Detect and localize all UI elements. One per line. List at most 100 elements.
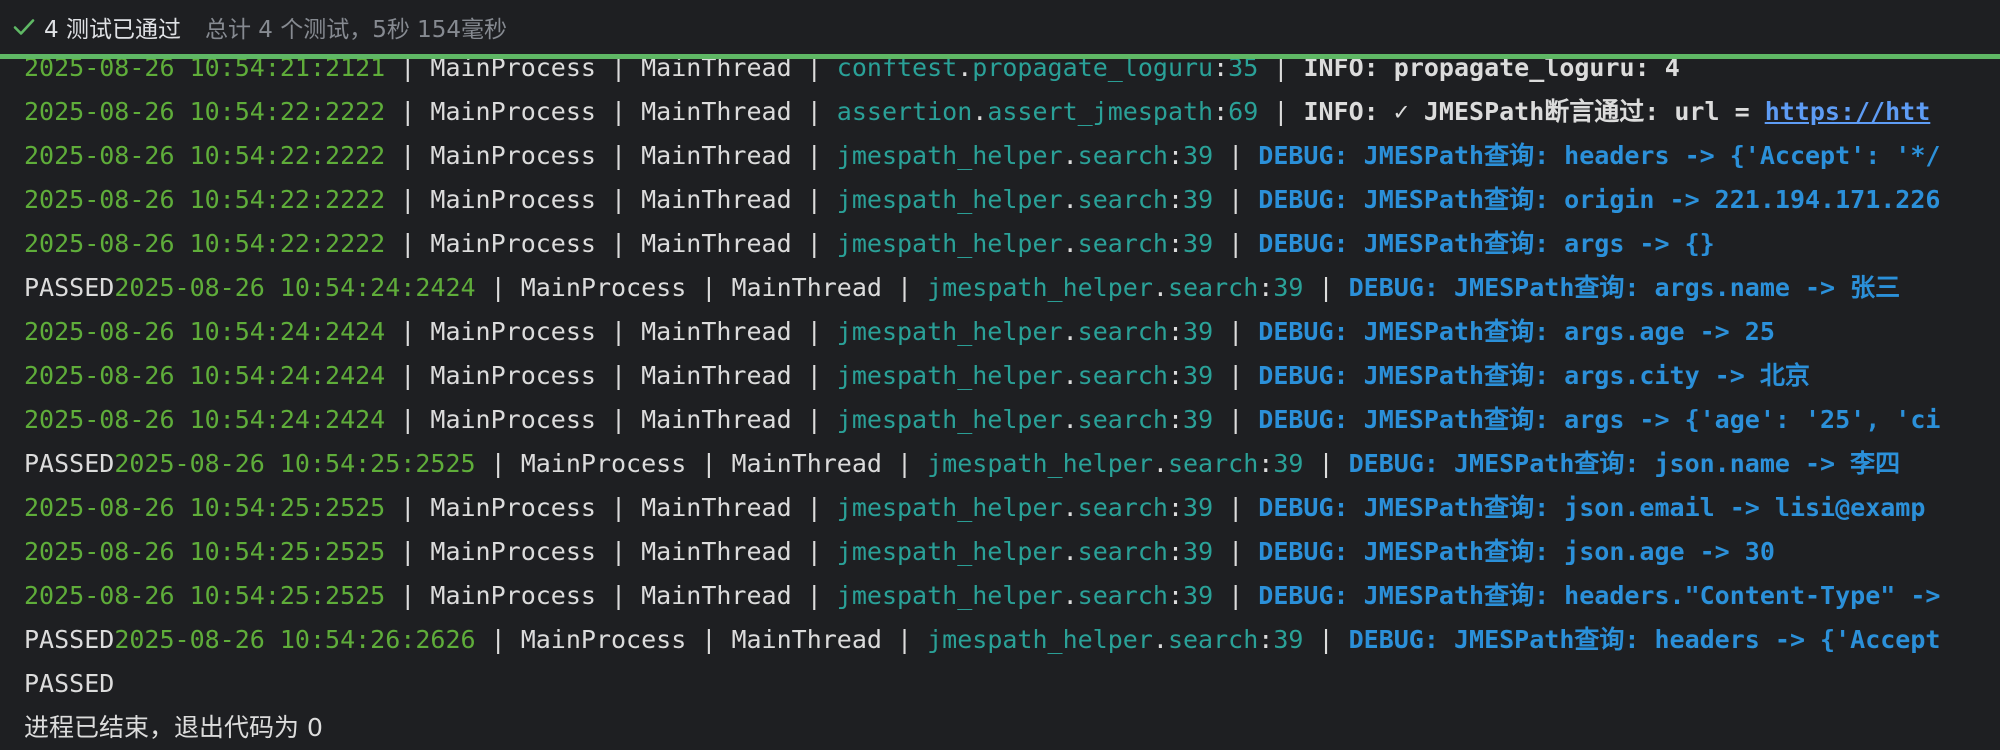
- log-process: MainProcess: [430, 581, 596, 610]
- final-passed-line: PASSED: [24, 662, 114, 706]
- log-process: MainProcess: [430, 59, 596, 82]
- log-function: search: [1077, 317, 1168, 346]
- log-function: search: [1077, 537, 1168, 566]
- passed-marker: PASSED: [24, 273, 115, 302]
- log-lineno: 39: [1183, 317, 1214, 346]
- log-process: MainProcess: [430, 361, 596, 390]
- log-message: JMESPath查询: args -> {'age': '25', 'ci: [1363, 405, 1941, 434]
- check-icon: [10, 13, 38, 41]
- log-line: 2025-08-26 10:54:22:2222 | MainProcess |…: [24, 141, 1941, 170]
- log-message: ✓ JMESPath断言通过: url =: [1393, 97, 1765, 126]
- log-lineno: 69: [1228, 97, 1259, 126]
- log-process: MainProcess: [430, 493, 596, 522]
- passed-marker: PASSED: [24, 449, 115, 478]
- log-timestamp: 2025-08-26 10:54:25:2525: [114, 449, 476, 478]
- log-timestamp: 2025-08-26 10:54:22:2222: [24, 97, 386, 126]
- log-message: propagate_loguru: 4: [1393, 59, 1680, 82]
- log-process: MainProcess: [430, 229, 596, 258]
- log-line: 2025-08-26 10:54:24:2424 | MainProcess |…: [24, 405, 1941, 434]
- log-module: jmespath_helper: [836, 581, 1063, 610]
- log-thread: MainThread: [641, 185, 792, 214]
- log-line: 2025-08-26 10:54:22:2222 | MainProcess |…: [24, 97, 1931, 126]
- log-timestamp: 2025-08-26 10:54:25:2525: [24, 493, 386, 522]
- log-thread: MainThread: [641, 537, 792, 566]
- log-lineno: 39: [1183, 405, 1214, 434]
- log-module: jmespath_helper: [836, 537, 1063, 566]
- log-level: INFO: [1303, 97, 1364, 126]
- console-output[interactable]: 2025-08-26 10:54:21:2121 | MainProcess |…: [0, 59, 2000, 750]
- log-thread: MainThread: [641, 493, 792, 522]
- tests-passed-label: 4 测试已通过: [44, 17, 181, 43]
- log-level: DEBUG: [1348, 449, 1424, 478]
- log-function: search: [1167, 625, 1259, 654]
- log-level: DEBUG: [1258, 537, 1334, 566]
- log-line: 2025-08-26 10:54:25:2525 | MainProcess |…: [24, 581, 1941, 610]
- log-message: JMESPath查询: json.age -> 30: [1363, 537, 1775, 566]
- log-module: jmespath_helper: [927, 625, 1153, 654]
- log-message: JMESPath查询: headers -> {'Accept': '*/: [1363, 141, 1941, 170]
- log-message: JMESPath查询: headers."Content-Type" ->: [1363, 581, 1941, 610]
- log-lineno: 39: [1273, 273, 1304, 302]
- log-level: DEBUG: [1258, 361, 1334, 390]
- log-thread: MainThread: [641, 581, 792, 610]
- log-timestamp: 2025-08-26 10:54:26:2626: [114, 625, 476, 654]
- log-level: INFO: [1303, 59, 1364, 82]
- log-level: DEBUG: [1258, 317, 1334, 346]
- log-process: MainProcess: [520, 625, 687, 654]
- log-line: 2025-08-26 10:54:24:2424 | MainProcess |…: [24, 317, 1775, 346]
- run-tool-window: 4 测试已通过 总计 4 个测试，5秒 154毫秒 2025-08-26 10:…: [0, 0, 2000, 750]
- log-message: JMESPath查询: args -> {}: [1363, 229, 1715, 258]
- log-lineno: 39: [1183, 361, 1214, 390]
- log-thread: MainThread: [641, 317, 792, 346]
- log-line: 2025-08-26 10:54:25:2525 | MainProcess |…: [24, 493, 1926, 522]
- log-line: 2025-08-26 10:54:22:2222 | MainProcess |…: [24, 185, 1941, 214]
- log-timestamp: 2025-08-26 10:54:22:2222: [24, 185, 386, 214]
- log-module: jmespath_helper: [927, 273, 1153, 302]
- log-module: jmespath_helper: [836, 141, 1063, 170]
- log-thread: MainThread: [731, 625, 882, 654]
- log-level: DEBUG: [1258, 405, 1334, 434]
- log-process: MainProcess: [430, 405, 596, 434]
- log-function: search: [1077, 581, 1168, 610]
- log-message: JMESPath查询: args.age -> 25: [1363, 317, 1775, 346]
- log-lineno: 39: [1183, 185, 1214, 214]
- log-lineno: 39: [1183, 141, 1214, 170]
- log-timestamp: 2025-08-26 10:54:25:2525: [24, 581, 386, 610]
- log-thread: MainThread: [641, 59, 792, 82]
- log-function: search: [1167, 449, 1259, 478]
- log-module: jmespath_helper: [836, 317, 1063, 346]
- log-lineno: 35: [1228, 59, 1259, 82]
- log-message: JMESPath查询: json.name -> 李四: [1453, 449, 1901, 478]
- log-module: jmespath_helper: [836, 229, 1063, 258]
- passed-marker: PASSED: [24, 625, 115, 654]
- tests-summary-label: 总计 4 个测试，5秒 154毫秒: [204, 17, 508, 43]
- log-process: MainProcess: [520, 273, 687, 302]
- log-function: search: [1077, 493, 1168, 522]
- log-function: search: [1077, 141, 1168, 170]
- log-process: MainProcess: [430, 537, 596, 566]
- log-function: assert_jmespath: [987, 97, 1214, 126]
- log-function: search: [1167, 273, 1259, 302]
- log-timestamp: 2025-08-26 10:54:24:2424: [114, 273, 476, 302]
- log-timestamp: 2025-08-26 10:54:22:2222: [24, 229, 386, 258]
- log-thread: MainThread: [641, 361, 792, 390]
- log-process: MainProcess: [520, 449, 687, 478]
- test-status-bar: 4 测试已通过 总计 4 个测试，5秒 154毫秒: [0, 0, 2000, 54]
- log-level: DEBUG: [1258, 229, 1334, 258]
- log-level: DEBUG: [1258, 493, 1334, 522]
- log-lineno: 39: [1183, 581, 1214, 610]
- log-message: JMESPath查询: args.city -> 北京: [1363, 361, 1810, 390]
- log-thread: MainThread: [731, 449, 882, 478]
- log-lineno: 39: [1273, 625, 1304, 654]
- log-thread: MainThread: [641, 97, 792, 126]
- log-thread: MainThread: [731, 273, 882, 302]
- log-line: 2025-08-26 10:54:25:2525 | MainProcess |…: [24, 537, 1775, 566]
- log-timestamp: 2025-08-26 10:54:24:2424: [24, 317, 386, 346]
- log-process: MainProcess: [430, 185, 596, 214]
- log-line: 2025-08-26 10:54:21:2121 | MainProcess |…: [24, 59, 1680, 90]
- log-function: search: [1077, 361, 1168, 390]
- log-line: 2025-08-26 10:54:24:2424 | MainProcess |…: [24, 361, 1810, 390]
- url-link[interactable]: https://htt: [1765, 97, 1931, 126]
- log-level: DEBUG: [1258, 141, 1334, 170]
- log-timestamp: 2025-08-26 10:54:24:2424: [24, 405, 386, 434]
